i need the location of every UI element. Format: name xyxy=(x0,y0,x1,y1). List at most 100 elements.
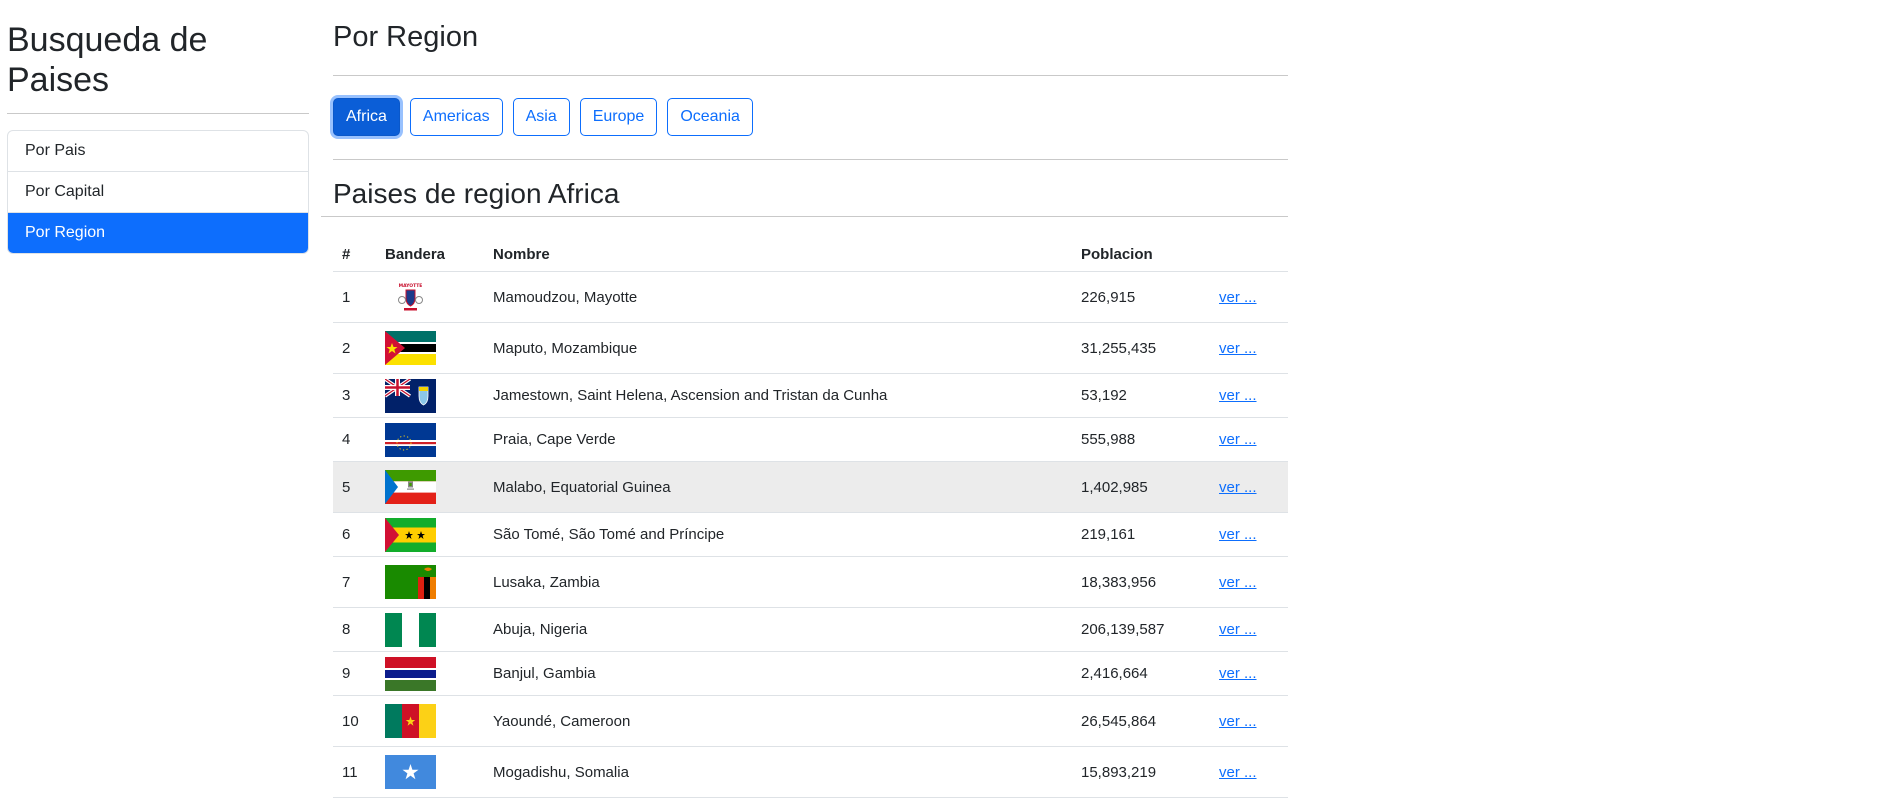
row-name: Malabo, Equatorial Guinea xyxy=(484,461,1072,513)
region-button-europe[interactable]: Europe xyxy=(579,98,658,136)
region-button-americas[interactable]: Americas xyxy=(409,98,503,136)
table-row: 2 Maputo, Mozambique 31,255,435 ver ... xyxy=(333,322,1288,374)
table-row: 10 Yaoundé, Cameroon 26,545,864 ver ... xyxy=(333,695,1288,747)
row-action-cell: ver ... xyxy=(1210,373,1288,418)
divider xyxy=(333,75,1288,76)
view-country-link[interactable]: ver ... xyxy=(1219,340,1257,357)
row-number: 8 xyxy=(333,607,376,652)
row-number: 11 xyxy=(333,746,376,798)
row-action-cell: ver ... xyxy=(1210,556,1288,608)
gambia-flag xyxy=(385,656,436,691)
view-country-link[interactable]: ver ... xyxy=(1219,764,1257,781)
table-row: 7 Lusaka, Zambia 18,383,956 ver ... xyxy=(333,556,1288,608)
view-country-link[interactable]: ver ... xyxy=(1219,387,1257,404)
view-country-link[interactable]: ver ... xyxy=(1219,574,1257,591)
region-button-africa[interactable]: Africa xyxy=(333,98,400,136)
zambia-flag xyxy=(385,565,436,599)
mozambique-flag xyxy=(385,331,436,365)
row-number: 5 xyxy=(333,461,376,513)
sidebar: Busqueda de Paises Por Pais Por Capital … xyxy=(7,0,309,254)
view-country-link[interactable]: ver ... xyxy=(1219,713,1257,730)
view-country-link[interactable]: ver ... xyxy=(1219,526,1257,543)
view-country-link[interactable]: ver ... xyxy=(1219,665,1257,682)
row-action-cell: ver ... xyxy=(1210,651,1288,696)
row-name: Yaoundé, Cameroon xyxy=(484,695,1072,747)
countries-table: # Bandera Nombre Poblacion 1 MAYOTTE Mamou… xyxy=(333,237,1288,798)
row-flag-cell xyxy=(376,746,484,798)
table-row: 8 Abuja, Nigeria 206,139,587 ver ... xyxy=(333,607,1288,652)
nigeria-flag xyxy=(385,612,436,647)
app-title: Busqueda de Paises xyxy=(7,21,208,99)
sidebar-divider xyxy=(7,113,309,114)
table-row: 3 Jamestown, Saint Helena, Ascension and … xyxy=(333,373,1288,418)
header-name: Nombre xyxy=(484,237,1072,272)
table-header-row: # Bandera Nombre Poblacion xyxy=(333,237,1288,272)
row-flag-cell xyxy=(376,373,484,418)
divider xyxy=(333,159,1288,160)
row-flag-cell xyxy=(376,607,484,652)
row-action-cell: ver ... xyxy=(1210,607,1288,652)
row-population: 2,416,664 xyxy=(1072,651,1210,696)
row-number: 2 xyxy=(333,322,376,374)
row-name: Praia, Cape Verde xyxy=(484,417,1072,462)
sao-tome-flag xyxy=(385,517,436,552)
row-number: 1 xyxy=(333,271,376,323)
region-button-group: Africa Americas Asia Europe Oceania xyxy=(333,98,1288,138)
row-flag-cell xyxy=(376,322,484,374)
row-action-cell: ver ... xyxy=(1210,695,1288,747)
row-action-cell: ver ... xyxy=(1210,322,1288,374)
row-name: Banjul, Gambia xyxy=(484,651,1072,696)
row-name: Mogadishu, Somalia xyxy=(484,746,1072,798)
region-button-asia[interactable]: Asia xyxy=(512,98,570,136)
view-country-link[interactable]: ver ... xyxy=(1219,289,1257,306)
row-number: 10 xyxy=(333,695,376,747)
row-population: 18,383,956 xyxy=(1072,556,1210,608)
row-flag-cell xyxy=(376,512,484,557)
header-population: Poblacion xyxy=(1072,237,1210,272)
row-flag-cell xyxy=(376,556,484,608)
row-population: 219,161 xyxy=(1072,512,1210,557)
row-number: 7 xyxy=(333,556,376,608)
equatorial-guinea-flag xyxy=(385,470,436,504)
table-row: 4 Praia, Cape Verde 555,988 ver ... xyxy=(333,417,1288,462)
row-population: 555,988 xyxy=(1072,417,1210,462)
sidebar-item-por-capital[interactable]: Por Capital xyxy=(8,172,308,213)
row-population: 31,255,435 xyxy=(1072,322,1210,374)
cameroon-flag xyxy=(385,704,436,738)
row-action-cell: ver ... xyxy=(1210,417,1288,462)
view-country-link[interactable]: ver ... xyxy=(1219,479,1257,496)
row-action-cell: ver ... xyxy=(1210,271,1288,323)
view-country-link[interactable]: ver ... xyxy=(1219,621,1257,638)
section-title: Paises de region Africa xyxy=(333,178,620,209)
row-name: Lusaka, Zambia xyxy=(484,556,1072,608)
view-country-link[interactable]: ver ... xyxy=(1219,431,1257,448)
row-name: Mamoudzou, Mayotte xyxy=(484,271,1072,323)
table-row: 9 Banjul, Gambia 2,416,664 ver ... xyxy=(333,651,1288,696)
header-flag: Bandera xyxy=(376,237,484,272)
table-row: 11 Mogadishu, Somalia 15,893,219 ver ... xyxy=(333,746,1288,798)
row-action-cell: ver ... xyxy=(1210,746,1288,798)
row-number: 6 xyxy=(333,512,376,557)
row-action-cell: ver ... xyxy=(1210,512,1288,557)
mayotte-flag: MAYOTTE xyxy=(385,280,436,314)
row-name: Abuja, Nigeria xyxy=(484,607,1072,652)
sidebar-item-por-region[interactable]: Por Region xyxy=(8,213,308,253)
row-population: 15,893,219 xyxy=(1072,746,1210,798)
row-population: 26,545,864 xyxy=(1072,695,1210,747)
row-flag-cell xyxy=(376,417,484,462)
row-name: São Tomé, São Tomé and Príncipe xyxy=(484,512,1072,557)
row-population: 1,402,985 xyxy=(1072,461,1210,513)
row-action-cell: ver ... xyxy=(1210,461,1288,513)
row-number: 9 xyxy=(333,651,376,696)
row-population: 53,192 xyxy=(1072,373,1210,418)
header-action xyxy=(1210,237,1288,272)
svg-text:MAYOTTE: MAYOTTE xyxy=(399,283,423,289)
row-flag-cell xyxy=(376,651,484,696)
sidebar-item-por-pais[interactable]: Por Pais xyxy=(8,131,308,172)
table-row: 1 MAYOTTE Mamoudzou, Mayotte 226,915 ver ... xyxy=(333,271,1288,323)
main-content: Por Region Africa Americas Asia Europe O… xyxy=(321,0,1288,798)
somalia-flag xyxy=(385,755,436,789)
cape-verde-flag xyxy=(385,422,436,457)
row-population: 226,915 xyxy=(1072,271,1210,323)
region-button-oceania[interactable]: Oceania xyxy=(667,98,753,136)
